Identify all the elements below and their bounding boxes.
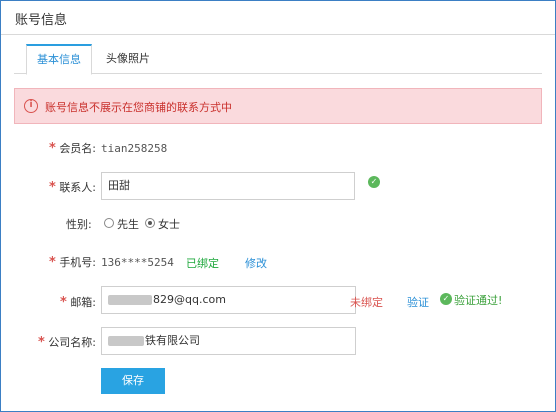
- alert-text: 账号信息不展示在您商铺的联系方式中: [45, 101, 232, 114]
- contact-input[interactable]: 田甜: [101, 172, 355, 200]
- tab-bar: 基本信息 头像照片: [14, 44, 542, 75]
- tab-avatar-photo[interactable]: 头像照片: [96, 44, 160, 75]
- required-asterisk: *: [49, 141, 56, 156]
- mobile-label: * 手机号:: [49, 255, 97, 270]
- page-title: 账号信息: [15, 13, 68, 28]
- check-icon: ✓: [368, 176, 380, 188]
- gender-label: 性别:: [66, 218, 92, 231]
- info-icon: i: [24, 99, 38, 113]
- radio-mr-label: 先生: [117, 218, 139, 231]
- redacted-text: [108, 336, 144, 346]
- mobile-bound-status: 已绑定: [186, 257, 219, 270]
- tab-basic-info[interactable]: 基本信息: [26, 44, 92, 75]
- member-name-value: tian258258: [101, 142, 168, 155]
- verified-check-icon: ✓: [440, 293, 452, 305]
- radio-mr[interactable]: [104, 218, 114, 228]
- required-asterisk: *: [60, 295, 67, 310]
- save-button[interactable]: 保存: [101, 368, 165, 394]
- required-asterisk: *: [49, 180, 56, 195]
- mobile-edit-link[interactable]: 修改: [245, 255, 267, 271]
- member-label: * 会员名:: [49, 141, 97, 156]
- required-asterisk: *: [49, 255, 56, 270]
- email-unbound-status: 未绑定: [350, 296, 383, 309]
- company-input[interactable]: 铁有限公司: [101, 327, 356, 355]
- mobile-value: 136****5254: [101, 256, 174, 269]
- email-verified-text: 验证通过!: [454, 294, 503, 307]
- required-asterisk: *: [38, 335, 45, 350]
- radio-ms[interactable]: [145, 218, 155, 228]
- info-alert: i 账号信息不展示在您商铺的联系方式中: [14, 88, 542, 124]
- radio-ms-label: 女士: [158, 218, 180, 231]
- email-label: * 邮箱:: [60, 295, 97, 310]
- company-label: * 公司名称:: [38, 335, 97, 350]
- redacted-text: [108, 295, 152, 305]
- email-verify-link[interactable]: 验证: [407, 294, 429, 310]
- page-header: 账号信息: [1, 1, 555, 35]
- contact-label: * 联系人:: [49, 180, 97, 195]
- email-input[interactable]: 829@qq.com: [101, 286, 356, 314]
